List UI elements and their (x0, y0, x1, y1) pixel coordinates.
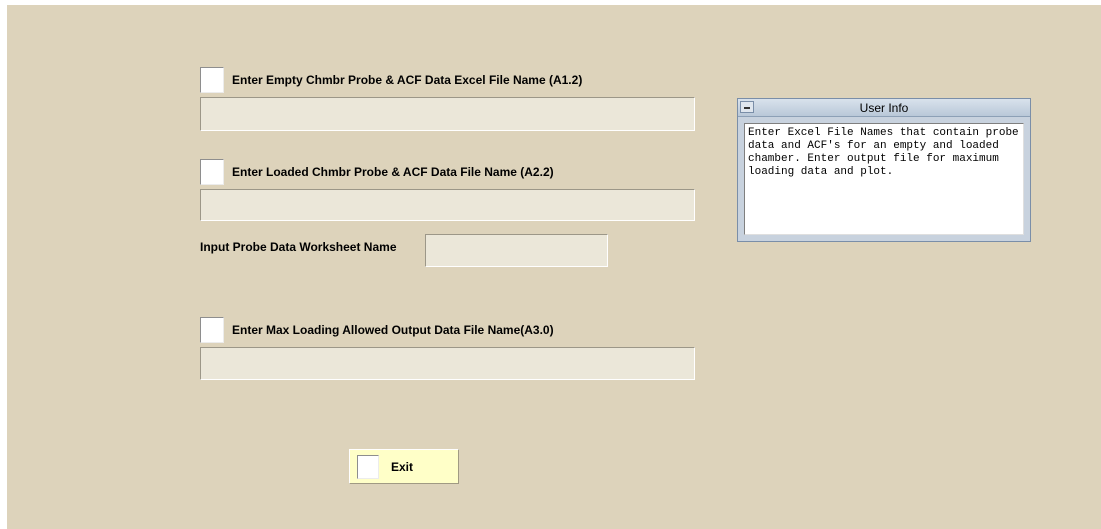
main-panel: Enter Empty Chmbr Probe & ACF Data Excel… (7, 5, 1101, 529)
empty-chamber-label: Enter Empty Chmbr Probe & ACF Data Excel… (232, 73, 583, 87)
exit-label: Exit (391, 459, 414, 474)
user-info-text: Enter Excel File Names that contain prob… (744, 123, 1024, 235)
max-loading-label: Enter Max Loading Allowed Output Data Fi… (232, 323, 554, 337)
worksheet-name-label: Input Probe Data Worksheet Name (200, 240, 397, 254)
user-info-title: User Info (859, 101, 909, 115)
empty-chamber-file-input[interactable] (200, 97, 695, 131)
empty-chamber-file-button[interactable]: Enter Empty Chmbr Probe & ACF Data Excel… (200, 64, 583, 96)
max-loading-output-file-input[interactable] (200, 347, 695, 380)
loaded-chamber-file-input[interactable] (200, 189, 695, 221)
user-info-titlebar: User Info (738, 99, 1030, 117)
max-loading-checkbox[interactable] (200, 317, 224, 343)
loaded-chamber-label: Enter Loaded Chmbr Probe & ACF Data File… (232, 165, 554, 179)
user-info-window: User Info Enter Excel File Names that co… (737, 98, 1031, 242)
exit-checkbox (357, 454, 379, 479)
max-loading-output-file-button[interactable]: Enter Max Loading Allowed Output Data Fi… (200, 314, 554, 346)
exit-button[interactable]: Exit (349, 449, 459, 484)
empty-chamber-checkbox[interactable] (200, 67, 224, 93)
loaded-chamber-file-button[interactable]: Enter Loaded Chmbr Probe & ACF Data File… (200, 156, 554, 188)
loaded-chamber-checkbox[interactable] (200, 159, 224, 185)
worksheet-name-input[interactable] (425, 234, 608, 267)
